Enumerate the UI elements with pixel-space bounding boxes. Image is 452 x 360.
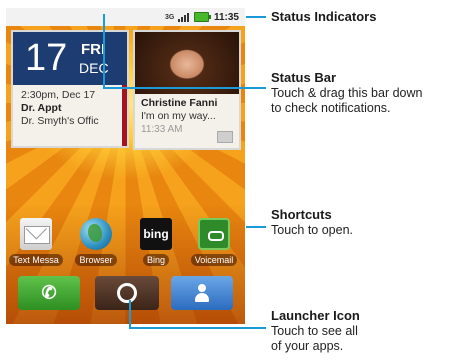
shortcut-bing[interactable]: bing Bing [128,218,184,271]
callout-shortcuts: Shortcuts Touch to open. [271,207,353,238]
launcher-button[interactable] [95,276,159,310]
contact-widget[interactable]: Christine Fanni I'm on my way... 11:33 A… [133,30,241,150]
callout-title: Status Indicators [271,9,377,24]
shortcut-browser[interactable]: Browser [68,218,124,271]
calendar-widget[interactable]: 17 FRI DEC 2:30pm, Dec 17 Dr. Appt Dr. S… [11,30,129,148]
status-bar[interactable]: 3G 11:35 [6,8,245,26]
shortcut-label: Voicemail [190,254,238,266]
battery-icon [193,12,211,22]
callout-text: to check notifications. [271,101,391,115]
launcher-leader-horizontal [129,327,266,329]
phone-icon: ✆ [41,282,57,303]
event-time: 2:30pm, Dec 17 [21,89,96,101]
event-title: Dr. Appt [21,102,62,114]
status-time: 11:35 [213,11,239,23]
contacts-button[interactable] [171,276,233,310]
event-color-bar [122,85,127,146]
shortcut-voicemail[interactable]: Voicemail [186,218,242,271]
callout-text: of your apps. [271,339,344,353]
shortcut-label: Bing [142,254,169,266]
contact-message: Christine Fanni I'm on my way... 11:33 A… [133,94,241,150]
contact-name: Christine Fanni [141,97,218,109]
callout-status-bar: Status Bar Touch & drag this bar down to… [271,70,422,116]
launcher-icon [117,283,137,303]
callout-status-indicators: Status Indicators [271,9,376,25]
network-3g-icon: 3G [164,13,175,21]
contact-photo [133,30,241,94]
voicemail-icon [198,218,230,250]
contacts-icon [194,284,210,302]
status-bar-leader-horizontal [103,87,266,89]
calendar-day: 17 [25,37,68,79]
callout-title: Shortcuts [271,207,332,222]
calendar-event: 2:30pm, Dec 17 Dr. Appt Dr. Smyth's Offi… [11,85,129,148]
calendar-date-header: 17 FRI DEC [11,30,129,85]
callout-text: Touch & drag this bar down [271,86,423,100]
shortcuts-leader [246,226,266,228]
message-icon [217,131,233,143]
globe-icon [80,218,112,250]
status-indicators-leader [246,16,266,18]
home-screen: 3G 11:35 17 FRI DEC 2:30pm, Dec 17 Dr. A… [6,8,245,324]
callout-launcher: Launcher Icon Touch to see all of your a… [271,308,360,354]
status-bar-leader-vertical [103,14,105,88]
shortcut-text-messaging[interactable]: Text Messa [8,218,64,271]
signal-strength-icon [177,12,189,22]
event-location: Dr. Smyth's Offic [21,115,99,127]
launcher-leader-vertical [129,300,131,328]
callout-title: Launcher Icon [271,308,360,323]
shortcut-label: Browser [75,254,117,266]
bing-icon: bing [140,218,172,250]
text-message-icon [20,218,52,250]
callout-text: Touch to open. [271,223,354,237]
shortcut-label: Text Messa [9,254,63,266]
message-preview: I'm on my way... [141,110,216,122]
phone-button[interactable]: ✆ [18,276,80,310]
callout-text: Touch to see all [271,324,358,338]
calendar-weekday: FRI [81,41,106,58]
callout-title: Status Bar [271,70,337,85]
